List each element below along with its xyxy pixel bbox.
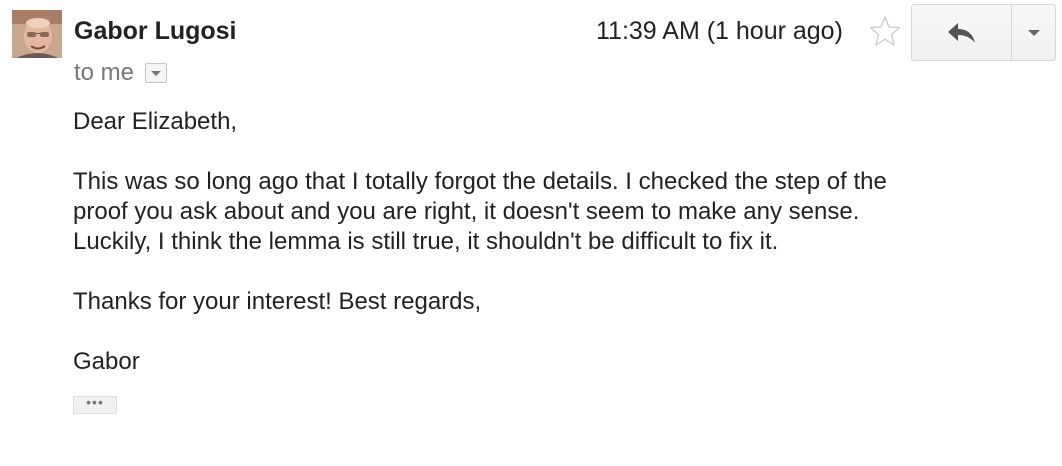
avatar-photo — [12, 10, 62, 58]
show-trimmed-content-button[interactable]: ••• — [73, 394, 117, 414]
body-paragraph: This was so long ago that I totally forg… — [73, 167, 1033, 257]
sender-avatar[interactable] — [12, 10, 62, 58]
more-actions-button[interactable] — [1012, 5, 1055, 60]
recipient-row: to me — [74, 59, 168, 87]
body-line: This was so long ago that I totally forg… — [73, 168, 887, 195]
email-message: Gabor Lugosi to me 11:39 AM (1 hour ago)… — [0, 0, 1062, 466]
ellipsis-icon: ••• — [86, 394, 104, 410]
show-details-button[interactable] — [145, 63, 168, 83]
body-line: Luckily, I think the lemma is still true… — [73, 228, 779, 255]
recipient-label: to me — [74, 59, 135, 86]
star-outline-icon — [869, 16, 901, 46]
greeting: Dear Elizabeth, — [73, 108, 238, 135]
details-dropdown-icon — [151, 71, 162, 76]
body-line: proof you ask about and you are right, i… — [73, 198, 860, 225]
message-timestamp: 11:39 AM (1 hour ago) — [596, 17, 843, 45]
message-body: Dear Elizabeth, This was so long ago tha… — [73, 107, 1033, 377]
reply-button[interactable] — [912, 5, 1012, 60]
reply-arrow-icon — [947, 22, 975, 43]
sender-name[interactable]: Gabor Lugosi — [74, 17, 237, 46]
star-button[interactable] — [868, 14, 902, 48]
signature: Gabor — [73, 348, 140, 375]
chevron-down-icon — [1027, 29, 1040, 36]
reply-button-group — [911, 4, 1056, 61]
closing: Thanks for your interest! Best regards, — [73, 288, 482, 315]
